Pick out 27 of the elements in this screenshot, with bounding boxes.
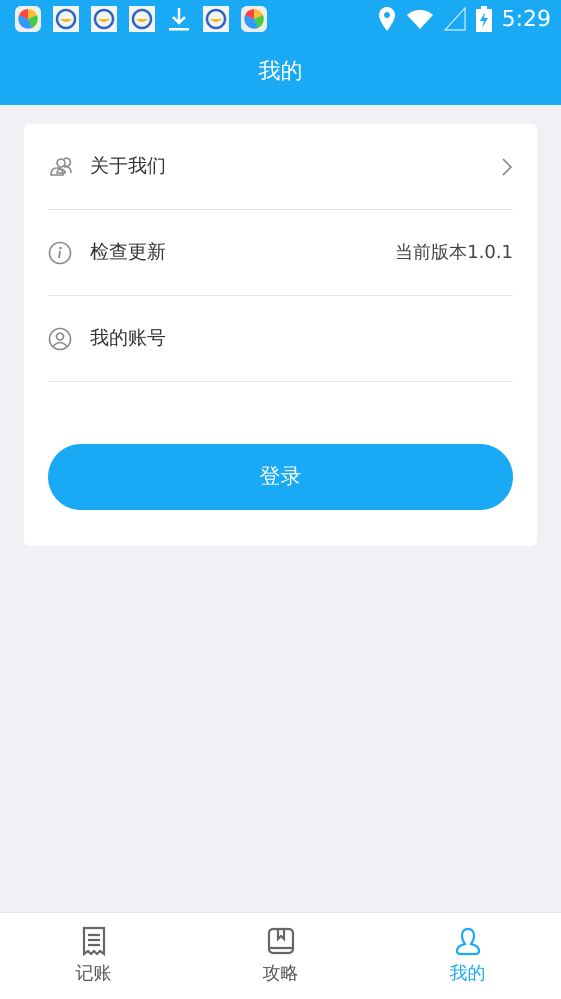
smile-icon bbox=[52, 5, 80, 33]
smile-icon bbox=[128, 5, 156, 33]
chevron-icon bbox=[501, 156, 513, 176]
user-icon bbox=[48, 326, 74, 350]
page-title: 我的 bbox=[258, 58, 302, 86]
menu-label: 检查更新 bbox=[90, 240, 166, 266]
book-icon bbox=[266, 926, 296, 956]
version-text: 当前版本1.0.1 bbox=[395, 241, 513, 265]
users-icon bbox=[48, 154, 74, 178]
location-icon bbox=[378, 6, 396, 32]
wifi-icon bbox=[406, 8, 434, 30]
app-icon bbox=[14, 5, 42, 33]
menu-label: 我的账号 bbox=[90, 326, 166, 352]
info-icon bbox=[48, 240, 74, 264]
app-icon bbox=[240, 5, 268, 33]
clock-text: 5:29 bbox=[502, 6, 551, 34]
tab-button[interactable]: 记账 bbox=[0, 913, 187, 999]
smile-icon bbox=[202, 5, 230, 33]
signal-icon bbox=[444, 7, 466, 31]
tab-button[interactable]: 攻略 bbox=[187, 913, 374, 999]
menu-item[interactable]: 关于我们 bbox=[48, 124, 513, 210]
menu-item[interactable]: 我的账号 bbox=[48, 296, 513, 382]
menu-label: 关于我们 bbox=[90, 154, 166, 180]
smile-icon bbox=[90, 5, 118, 33]
download-icon bbox=[166, 5, 192, 33]
battery-icon bbox=[476, 6, 492, 32]
menu-item[interactable]: 检查更新 当前版本1.0.1 bbox=[48, 210, 513, 296]
